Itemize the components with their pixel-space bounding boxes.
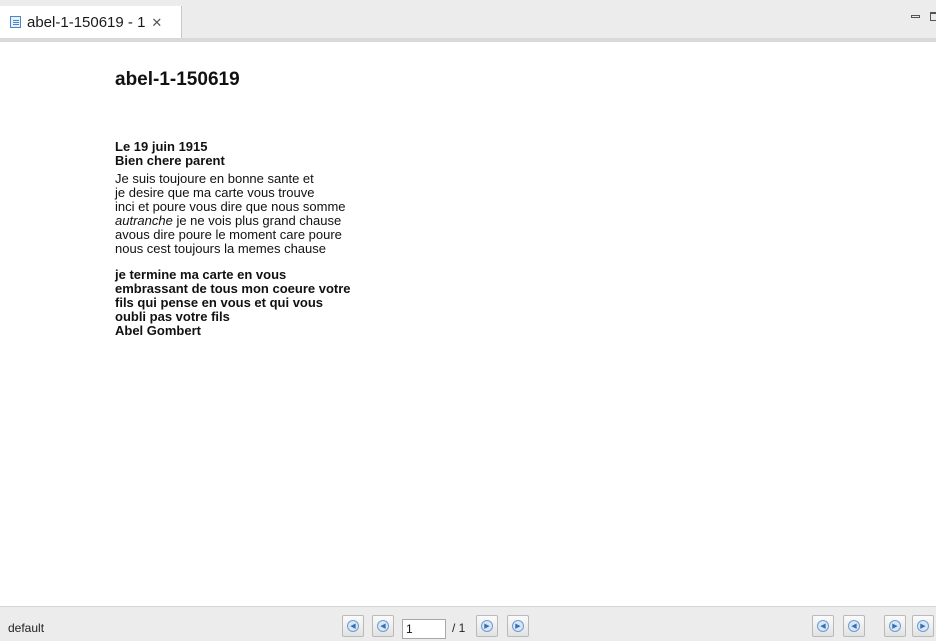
window-controls <box>911 12 936 21</box>
text-span: je ne vois plus grand chause <box>172 213 342 228</box>
heading-paragraph: Le 19 juin 1915 Bien chere parent <box>115 140 615 168</box>
rewind-button[interactable]: ◀ <box>812 615 834 637</box>
next-page-icon: ▶ <box>481 620 493 632</box>
text-line: fils qui pense en vous et qui vous <box>115 295 324 310</box>
back-button[interactable]: ◀ <box>843 615 865 637</box>
tab-document[interactable]: abel-1-150619 - 1 ✕ <box>0 6 182 38</box>
page-number-input[interactable]: 1 <box>402 619 446 639</box>
back-icon: ◀ <box>848 620 860 632</box>
text-line: autranche je ne vois plus grand chause <box>115 214 615 228</box>
forward-button[interactable]: ▶ <box>884 615 906 637</box>
status-bar: default ◀ ◀ 1 / 1 ▶ ▶ ◀ ◀ ▶ ▶ <box>0 606 936 641</box>
text-line: embrassant de tous mon coeure votre <box>115 281 351 296</box>
prev-page-button[interactable]: ◀ <box>372 615 394 637</box>
last-page-icon: ▶ <box>512 620 524 632</box>
status-label: default <box>8 621 45 635</box>
text-line: oubli pas votre fils <box>115 309 230 324</box>
rewind-icon: ◀ <box>817 620 829 632</box>
close-icon[interactable]: ✕ <box>151 16 162 29</box>
body-paragraph: Je suis toujoure en bonne sante et je de… <box>115 172 615 256</box>
document-view: abel-1-150619 Le 19 juin 1915 Bien chere… <box>115 60 615 338</box>
document-icon <box>8 15 23 29</box>
text-line: Bien chere parent <box>115 153 225 168</box>
editor-window: abel-1-150619 - 1 ✕ abel-1-150619 Le 19 … <box>0 0 936 641</box>
first-page-button[interactable]: ◀ <box>342 615 364 637</box>
page-total: / 1 <box>452 621 466 635</box>
fast-forward-icon: ▶ <box>917 620 929 632</box>
text-line: Je suis toujoure en bonne sante et <box>115 171 314 186</box>
italic-word: autranche <box>115 213 173 228</box>
text-line: Le 19 juin 1915 <box>115 139 208 154</box>
fast-forward-button[interactable]: ▶ <box>912 615 934 637</box>
next-page-button[interactable]: ▶ <box>476 615 498 637</box>
maximize-icon[interactable] <box>930 12 936 21</box>
signature-line: Abel Gombert <box>115 323 201 338</box>
forward-icon: ▶ <box>889 620 901 632</box>
text-line: nous cest toujours la memes chause <box>115 241 326 256</box>
document-title: abel-1-150619 <box>115 69 240 90</box>
prev-page-icon: ◀ <box>377 620 389 632</box>
tab-title: abel-1-150619 - 1 <box>27 13 146 31</box>
minimize-icon[interactable] <box>911 15 920 18</box>
text-line: je termine ma carte en vous <box>115 267 287 282</box>
text-line: inci et poure vous dire que nous somme <box>115 199 346 214</box>
first-page-icon: ◀ <box>347 620 359 632</box>
tab-bar: abel-1-150619 - 1 ✕ <box>0 0 936 42</box>
text-line: je desire que ma carte vous trouve <box>115 185 315 200</box>
closing-paragraph: je termine ma carte en vous embrassant d… <box>115 268 615 338</box>
text-line: avous dire poure le moment care poure <box>115 227 342 242</box>
last-page-button[interactable]: ▶ <box>507 615 529 637</box>
